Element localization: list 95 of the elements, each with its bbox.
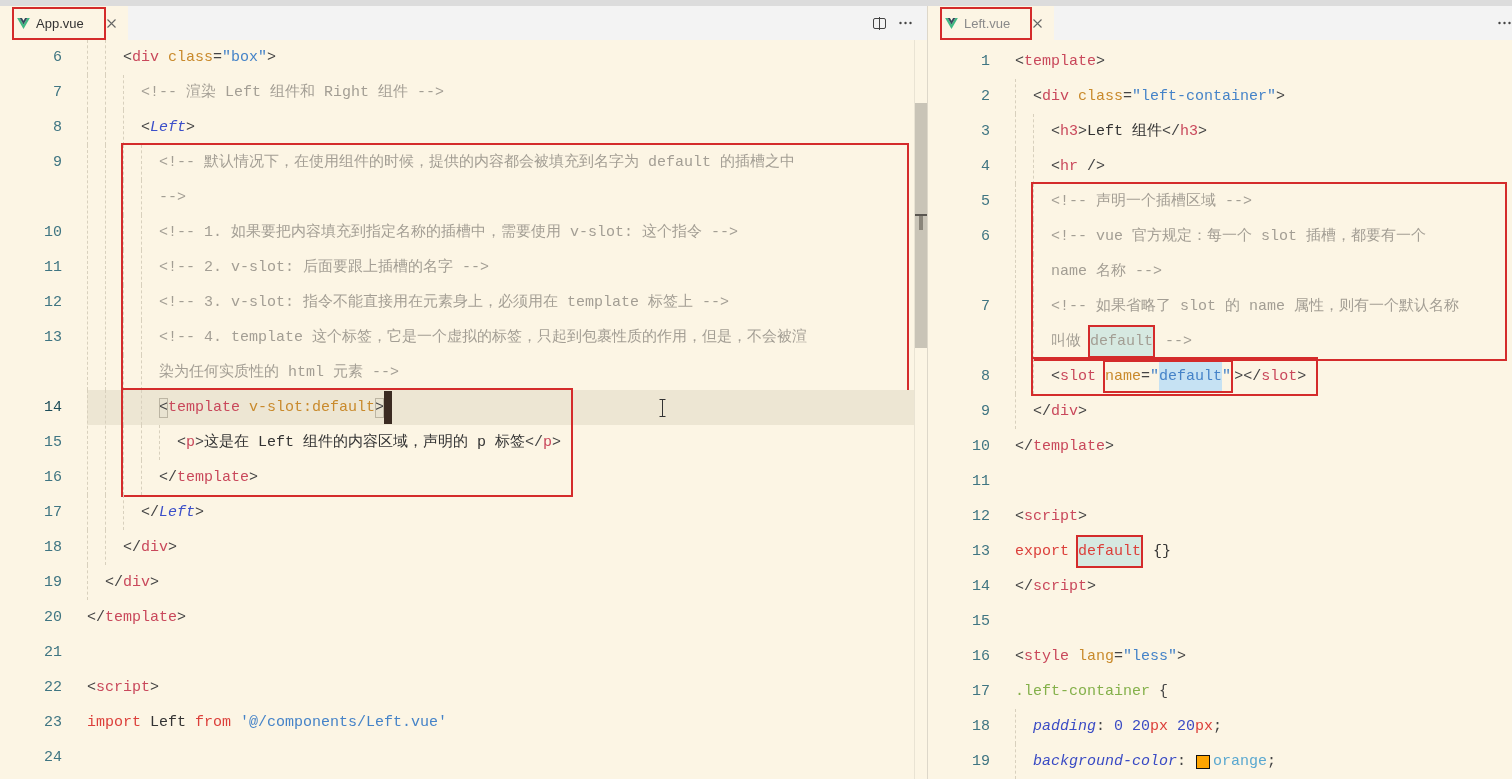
line-number: 18	[44, 539, 62, 556]
code-line: <script>	[87, 677, 160, 698]
code-line: <script>	[1015, 506, 1088, 527]
code-line: </div>	[1033, 401, 1088, 422]
code-line: <!-- 渲染 Left 组件和 Right 组件 -->	[141, 82, 445, 103]
line-number: 20	[44, 609, 62, 626]
line-number: 1	[981, 53, 990, 70]
line-number: 7	[53, 84, 62, 101]
line-number: 12	[44, 294, 62, 311]
code-line: import Left from '@/components/Left.vue'	[87, 712, 448, 733]
code-line: <hr />	[1051, 156, 1106, 177]
editor-tab[interactable]: App.vue	[0, 6, 128, 40]
line-number: 7	[981, 298, 990, 315]
code-line: <h3>Left 组件</h3>	[1051, 121, 1208, 142]
line-number: 23	[44, 714, 62, 731]
line-number: 12	[972, 508, 990, 525]
line-number: 10	[972, 438, 990, 455]
code-line: </template>	[1015, 436, 1115, 457]
code-line: <!-- 3. v-slot: 指令不能直接用在元素身上，必须用在 template 标签上 -->	[159, 292, 730, 313]
text-caret	[384, 391, 393, 424]
code-line: </Left>	[141, 502, 205, 523]
line-number: 4	[981, 158, 990, 175]
line-number: 16	[44, 469, 62, 486]
code-line: </script>	[1015, 576, 1097, 597]
code-line: </template>	[87, 607, 187, 628]
code-text: background-color:	[1033, 751, 1188, 772]
code-text: -->	[1164, 331, 1193, 352]
code-line: <style lang="less">	[1015, 646, 1187, 667]
line-number: 15	[44, 434, 62, 451]
line-number: 17	[44, 504, 62, 521]
code-line: <!-- 如果省略了 slot 的 name 属性，则有一个默认名称	[1051, 296, 1460, 317]
line-number: 13	[972, 543, 990, 560]
line-number: 15	[972, 613, 990, 630]
code-text: 叫做	[1051, 331, 1082, 352]
line-number: 19	[972, 753, 990, 770]
code-line: <!-- 默认情况下，在使用组件的时候，提供的内容都会被填充到名字为 default 的插槽之中	[159, 152, 796, 173]
code-line: -->	[159, 187, 186, 208]
code-line: <div class="left-container">	[1033, 86, 1286, 107]
code-line: <!-- 1. 如果要把内容填充到指定名称的插槽中，需要使用 v-slot: 这个指令 -->	[159, 222, 739, 243]
line-number: 19	[44, 574, 62, 591]
close-icon[interactable]	[106, 18, 116, 28]
line-number: 24	[44, 749, 62, 766]
code-text: export	[1015, 541, 1070, 562]
code-line: <!-- vue 官方规定：每一个 slot 插槽，都要有一个	[1051, 226, 1427, 247]
more-icon[interactable]	[1498, 21, 1511, 25]
code-line: 染为任何实质性的 html 元素 -->	[159, 362, 399, 383]
line-number: 6	[53, 49, 62, 66]
line-number: 22	[44, 679, 62, 696]
marked-code: name="default"	[1103, 360, 1234, 393]
line-number: 14	[44, 399, 62, 416]
code-line: </div>	[105, 572, 160, 593]
code-line: </div>	[123, 537, 178, 558]
line-number: 11	[972, 473, 990, 490]
line-number: 10	[44, 224, 62, 241]
code-line: </template>	[159, 467, 259, 488]
marked-code: default	[1088, 325, 1156, 358]
code-line: padding: 0 20px 20px;	[1033, 716, 1223, 737]
code-line: <p>这是在 Left 组件的内容区域，声明的 p 标签</p>	[177, 432, 562, 453]
line-number: 16	[972, 648, 990, 665]
code-line: <!-- 声明一个插槽区域 -->	[1051, 191, 1252, 212]
line-number: 21	[44, 644, 62, 661]
close-icon[interactable]	[1033, 18, 1043, 28]
line-number: 9	[981, 403, 990, 420]
code-line: <!-- 4. template 这个标签，它是一个虚拟的标签，只起到包裹性质的作用，但是，不会被渲	[159, 327, 808, 348]
line-number: 2	[981, 88, 990, 105]
code-line: <Left>	[141, 117, 196, 138]
v-logo-icon	[945, 17, 958, 29]
code-text: {}	[1152, 541, 1172, 562]
code-text: <slot	[1051, 366, 1098, 387]
code-text: <template v-slot:default>	[159, 397, 385, 418]
code-line: <template>	[1015, 51, 1106, 72]
code-line: name 名称 -->	[1051, 261, 1162, 282]
scrollbar-thumb[interactable]	[915, 103, 927, 348]
line-number: 8	[53, 119, 62, 136]
line-number: 11	[44, 259, 62, 276]
split-editor-icon[interactable]	[873, 16, 886, 30]
line-number: 17	[972, 683, 990, 700]
code-line: <!-- 2. v-slot: 后面要跟上插槽的名字 -->	[159, 257, 490, 278]
text-cursor-icon	[659, 399, 666, 417]
line-number: 13	[44, 329, 62, 346]
code-text: ></slot>	[1234, 366, 1307, 387]
v-logo-icon	[17, 17, 30, 29]
line-number: 6	[981, 228, 990, 245]
line-number: 3	[981, 123, 990, 140]
marked-code: default	[1076, 535, 1144, 568]
line-number: 18	[972, 718, 990, 735]
line-number: 9	[53, 154, 62, 171]
more-icon[interactable]	[899, 21, 912, 25]
code-line: .left-container {	[1015, 681, 1169, 702]
code-text: orange;	[1213, 751, 1277, 772]
line-number: 14	[972, 578, 990, 595]
code-line: <div class="box">	[123, 47, 277, 68]
cursor-marker-icon	[915, 214, 927, 232]
line-number: 8	[981, 368, 990, 385]
line-number: 5	[981, 193, 990, 210]
